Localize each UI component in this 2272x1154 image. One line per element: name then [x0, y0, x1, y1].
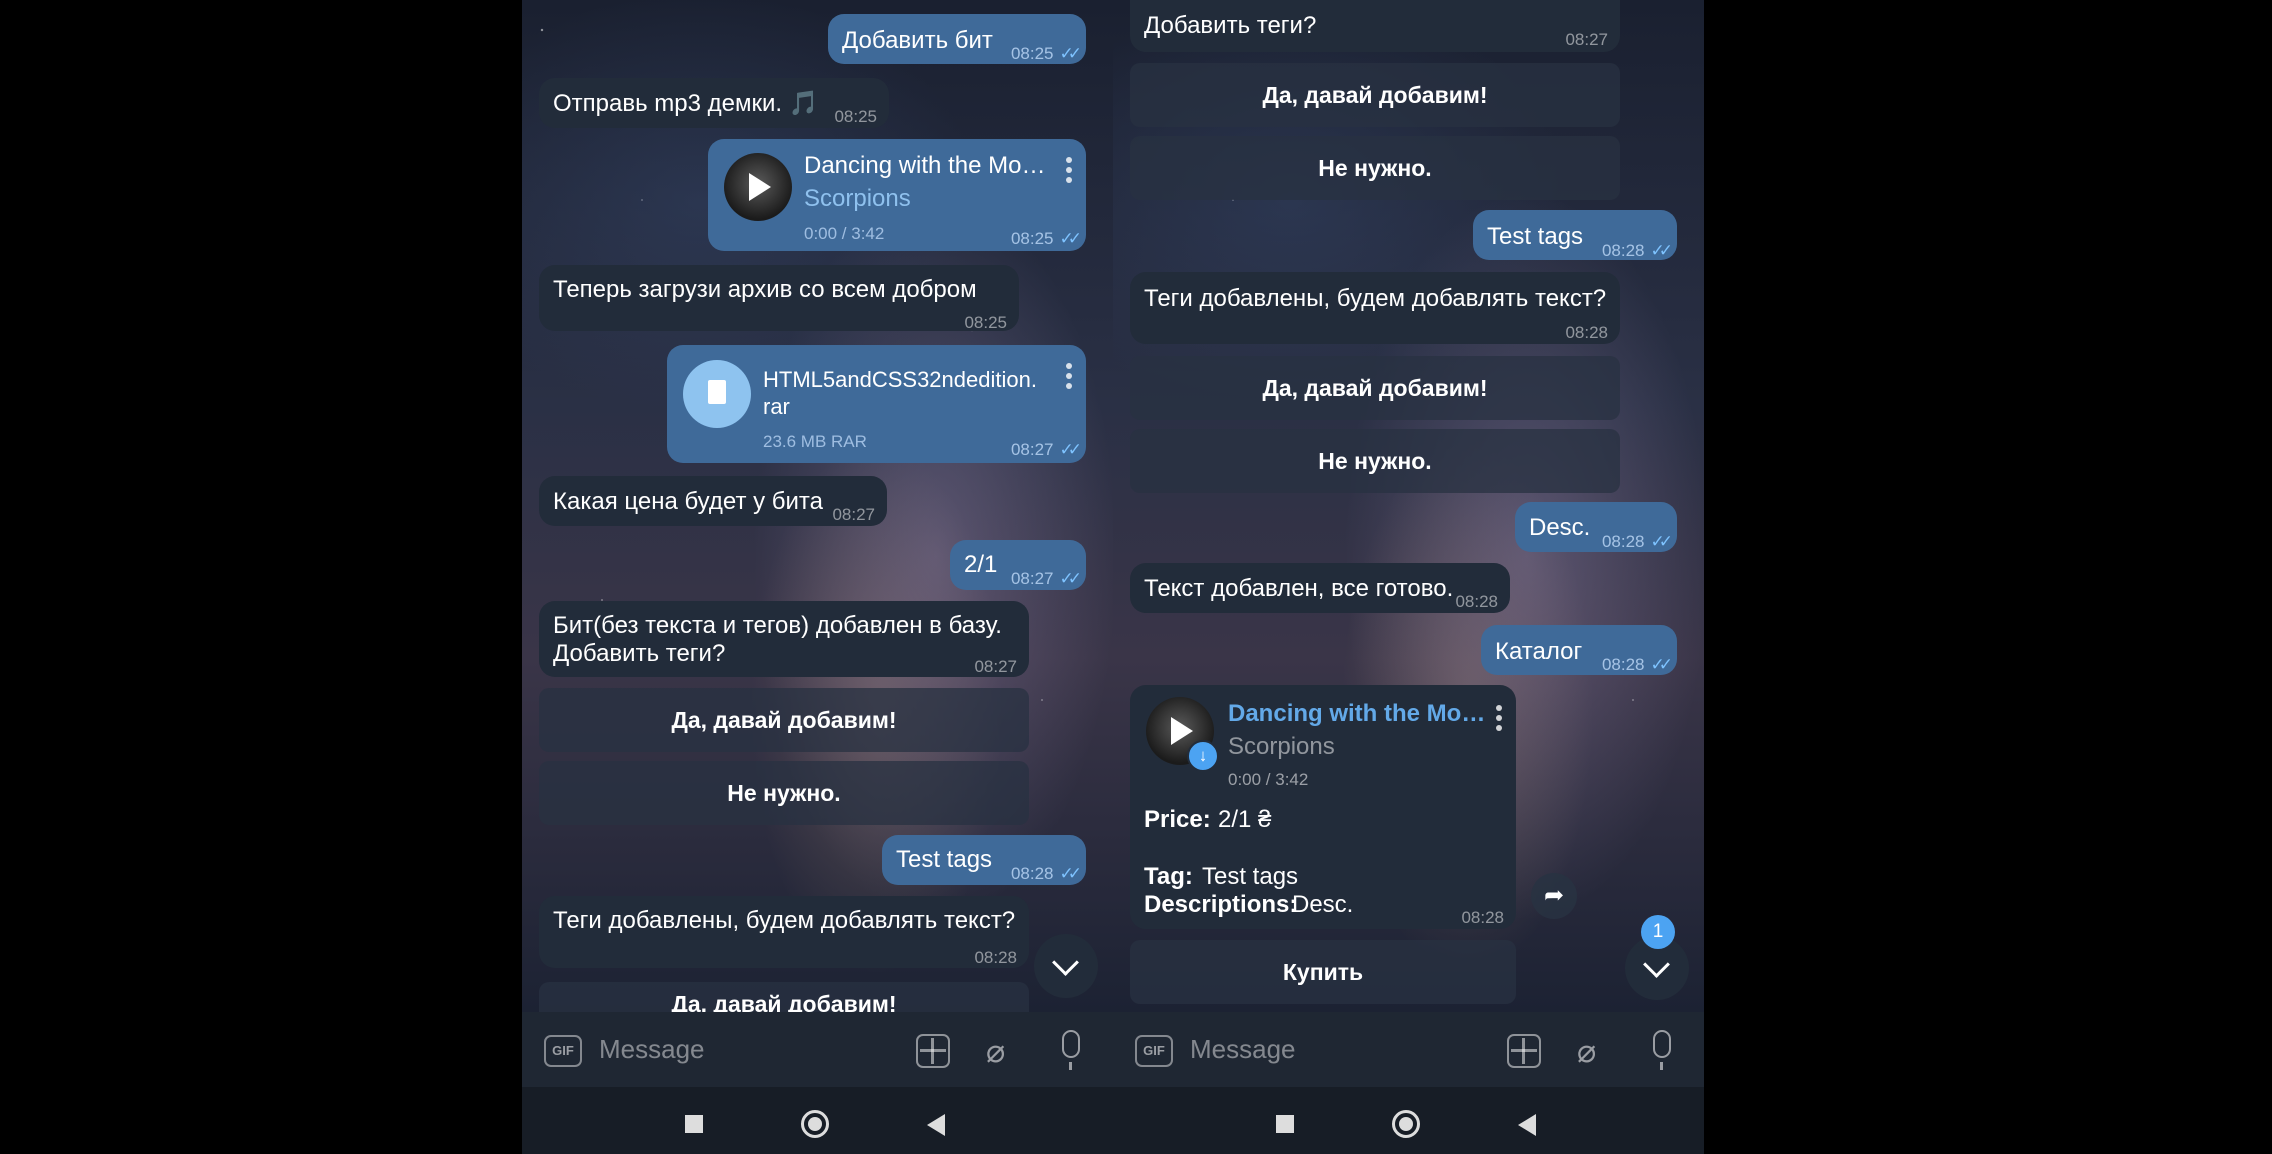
- home-icon[interactable]: [801, 1110, 829, 1138]
- message-composer: GIF Message ⌀: [1113, 1012, 1704, 1087]
- android-nav-bar: [1113, 1087, 1704, 1154]
- attach-icon[interactable]: ⌀: [986, 1032, 1005, 1070]
- incoming-message[interactable]: Добавить теги? 08:27: [1130, 0, 1620, 52]
- message-input[interactable]: Message: [1190, 1034, 1296, 1065]
- home-icon[interactable]: [1392, 1110, 1420, 1138]
- back-icon[interactable]: [1518, 1114, 1536, 1136]
- inline-button-yes[interactable]: Да, давай добавим!: [1130, 63, 1620, 127]
- gif-icon[interactable]: GIF: [544, 1035, 582, 1067]
- incoming-message[interactable]: Отправь mp3 демки. 🎵 08:25: [539, 78, 889, 128]
- outgoing-message[interactable]: Test tags 08:28 ✓✓: [882, 835, 1086, 885]
- outgoing-message[interactable]: 2/1 08:27 ✓✓: [950, 540, 1086, 590]
- share-icon[interactable]: ➦: [1531, 873, 1577, 919]
- inline-button-no[interactable]: Не нужно.: [1130, 136, 1620, 200]
- download-icon[interactable]: ↓: [1187, 740, 1219, 772]
- read-ticks-icon: ✓✓: [1650, 532, 1673, 551]
- recent-apps-icon[interactable]: [685, 1115, 703, 1133]
- sticker-grid-icon[interactable]: [916, 1034, 950, 1068]
- incoming-message[interactable]: Текст добавлен, все готово. 08:28: [1130, 563, 1510, 613]
- more-options-icon[interactable]: [1496, 705, 1502, 735]
- chevron-down-icon: [1052, 949, 1079, 976]
- outgoing-message[interactable]: Каталог 08:28 ✓✓: [1481, 625, 1677, 675]
- chevron-down-icon: [1643, 951, 1670, 978]
- inline-button-yes[interactable]: Да, давай добавим!: [539, 688, 1029, 752]
- outgoing-message[interactable]: Test tags 08:28 ✓✓: [1473, 210, 1677, 260]
- read-ticks-icon: ✓✓: [1059, 229, 1082, 248]
- read-ticks-icon: ✓✓: [1650, 655, 1673, 674]
- incoming-message[interactable]: Бит(без текста и тегов) добавлен в базу.…: [539, 601, 1029, 677]
- microphone-icon[interactable]: [1653, 1030, 1671, 1070]
- attach-icon[interactable]: ⌀: [1577, 1032, 1596, 1070]
- outgoing-message[interactable]: Desc. 08:28 ✓✓: [1515, 502, 1677, 552]
- android-nav-bar: [522, 1087, 1113, 1154]
- incoming-message[interactable]: Теперь загрузи архив со всем добром 08:2…: [539, 265, 1019, 332]
- gif-icon[interactable]: GIF: [1135, 1035, 1173, 1067]
- file-message[interactable]: HTML5andCSS32ndedition. rar 23.6 MB RAR …: [667, 345, 1086, 463]
- microphone-icon[interactable]: [1062, 1030, 1080, 1070]
- message-composer: GIF Message ⌀: [522, 1012, 1113, 1087]
- play-icon: [749, 173, 771, 201]
- incoming-message[interactable]: Какая цена будет у бита 08:27: [539, 476, 887, 526]
- outgoing-message[interactable]: Добавить бит 08:25 ✓✓: [828, 14, 1086, 64]
- album-cover-play-button[interactable]: [724, 153, 792, 221]
- read-ticks-icon: ✓✓: [1059, 569, 1082, 588]
- play-icon: [1171, 717, 1193, 745]
- read-ticks-icon: ✓✓: [1059, 864, 1082, 883]
- inline-button-buy[interactable]: Купить: [1130, 940, 1516, 1004]
- read-ticks-icon: ✓✓: [1650, 241, 1673, 260]
- left-screenshot: Добавить бит 08:25 ✓✓ Отправь mp3 демки. …: [522, 0, 1113, 1154]
- back-icon[interactable]: [927, 1114, 945, 1136]
- right-screenshot: Добавить теги? 08:27 Да, давай добавим! …: [1113, 0, 1704, 1154]
- incoming-message[interactable]: Теги добавлены, будем добавлять текст? 0…: [539, 896, 1029, 968]
- inline-button-no[interactable]: Не нужно.: [539, 761, 1029, 825]
- audio-message[interactable]: Dancing with the Mo… Scorpions 0:00 / 3:…: [708, 139, 1086, 251]
- catalog-card[interactable]: ↓ Dancing with the Mo… Scorpions 0:00 / …: [1130, 685, 1516, 929]
- inline-button-no[interactable]: Не нужно.: [1130, 429, 1620, 493]
- recent-apps-icon[interactable]: [1276, 1115, 1294, 1133]
- read-ticks-icon: ✓✓: [1059, 440, 1082, 459]
- message-input[interactable]: Message: [599, 1034, 705, 1065]
- more-options-icon[interactable]: [1066, 363, 1072, 393]
- scroll-down-button[interactable]: [1034, 934, 1098, 998]
- unread-badge: 1: [1641, 915, 1675, 949]
- inline-button-yes[interactable]: Да, давай добавим!: [1130, 356, 1620, 420]
- file-icon[interactable]: [683, 360, 751, 428]
- incoming-message[interactable]: Теги добавлены, будем добавлять текст? 0…: [1130, 272, 1620, 344]
- sticker-grid-icon[interactable]: [1507, 1034, 1541, 1068]
- read-ticks-icon: ✓✓: [1059, 44, 1082, 63]
- more-options-icon[interactable]: [1066, 157, 1072, 187]
